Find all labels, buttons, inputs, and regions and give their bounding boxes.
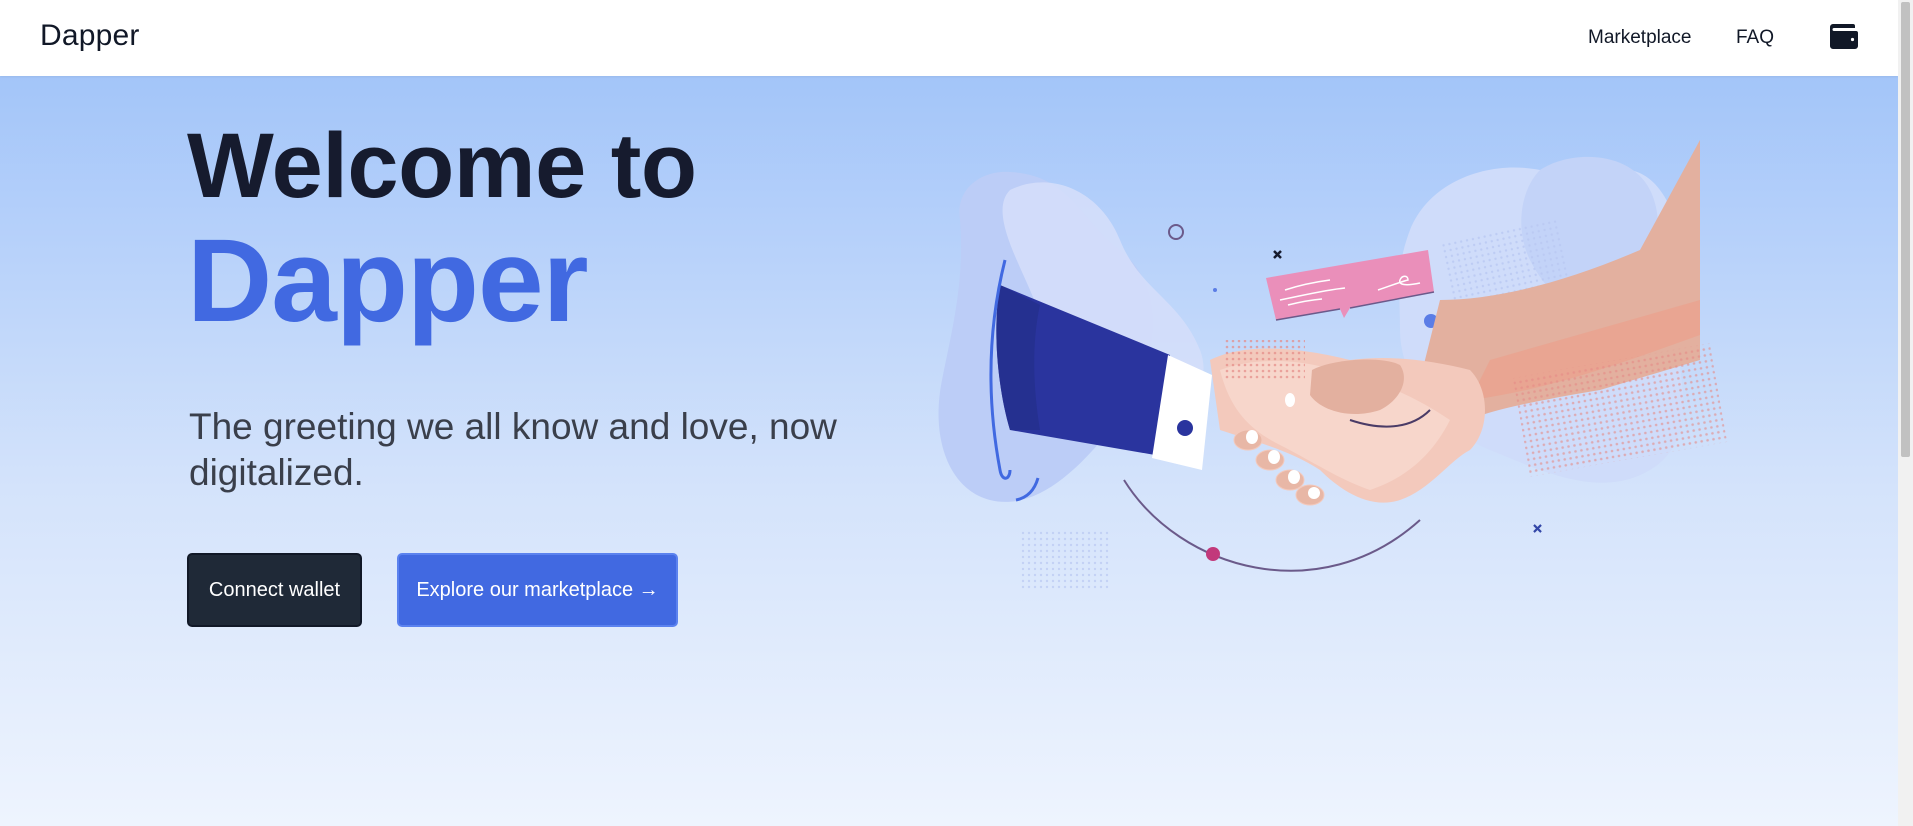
page: Dapper Marketplace FAQ Welcome to Dapper… <box>0 0 1898 826</box>
hero-subtitle: The greeting we all know and love, now d… <box>189 406 837 493</box>
scrollbar[interactable] <box>1898 0 1913 826</box>
explore-marketplace-button[interactable]: Explore our marketplace → <box>397 553 678 627</box>
wallet-icon[interactable] <box>1829 22 1859 50</box>
nav-link-faq[interactable]: FAQ <box>1736 27 1774 49</box>
hero-title-brand: Dapper <box>187 215 589 347</box>
hero-title: Welcome to <box>187 115 697 217</box>
handshake-illustration <box>938 140 1728 590</box>
nav-link-marketplace[interactable]: Marketplace <box>1588 27 1692 49</box>
navbar: Dapper Marketplace FAQ <box>0 0 1898 76</box>
scrollbar-thumb[interactable] <box>1901 2 1910 457</box>
connect-wallet-button[interactable]: Connect wallet <box>187 553 362 627</box>
brand-logo[interactable]: Dapper <box>40 19 140 53</box>
